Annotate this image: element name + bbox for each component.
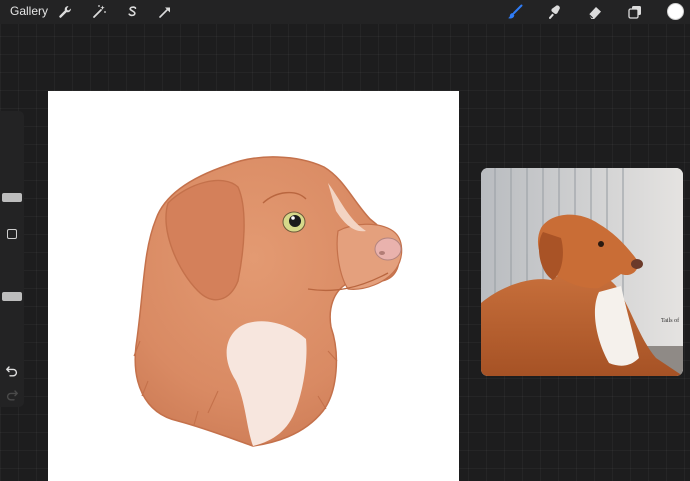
wrench-icon[interactable] [56,3,74,21]
layers-icon[interactable] [626,3,644,21]
gallery-button[interactable]: Gallery [10,4,48,18]
redo-icon[interactable] [5,388,19,402]
magic-wand-icon[interactable] [90,3,108,21]
dog-illustration [133,156,403,447]
color-swatch[interactable] [667,3,684,20]
opacity-slider[interactable] [0,247,24,351]
dog-nose [374,237,402,261]
eraser-icon[interactable] [586,3,604,21]
dog-pupil [289,215,301,227]
brush-icon[interactable] [506,3,524,21]
brush-size-slider[interactable] [0,119,24,223]
brush-size-thumb[interactable] [2,193,22,202]
smudge-icon[interactable] [546,3,564,21]
dog-eye-glint [291,216,295,220]
transform-arrow-icon[interactable] [156,3,174,21]
reference-dog-nose [631,259,643,269]
drawing-canvas[interactable] [48,91,459,481]
sidebar [0,111,24,407]
undo-icon[interactable] [5,364,19,378]
dog-nostril [379,251,385,255]
opacity-thumb[interactable] [2,292,22,301]
reference-photo[interactable]: Tails of [481,168,683,376]
modify-button[interactable] [7,229,17,239]
reference-dog-eye [598,241,604,247]
top-toolbar: Gallery [0,0,690,24]
watermark-text: Tails of [661,318,680,324]
reference-dog-photo [481,168,683,376]
selection-icon[interactable] [123,3,141,21]
